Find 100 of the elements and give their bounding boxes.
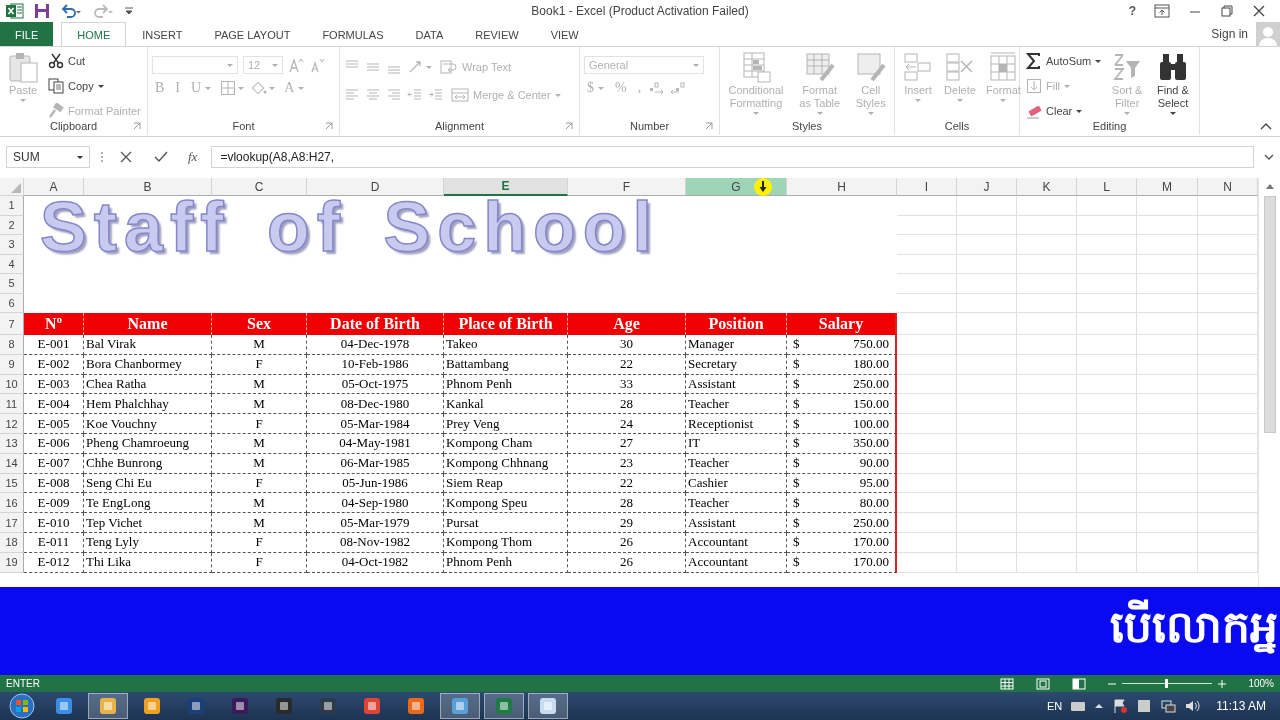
row-header[interactable]: 10	[0, 374, 24, 395]
collapse-ribbon-icon[interactable]	[1260, 122, 1272, 130]
empty-cell[interactable]	[957, 274, 1017, 294]
empty-cell[interactable]	[1137, 414, 1198, 434]
empty-cell[interactable]	[1017, 394, 1077, 415]
ribbon-button[interactable]: Find & Select	[1151, 50, 1195, 116]
empty-cell[interactable]	[1137, 215, 1198, 235]
empty-cell[interactable]	[1077, 354, 1137, 375]
empty-cell[interactable]	[897, 453, 957, 474]
column-header[interactable]: A	[24, 178, 84, 196]
restore-icon[interactable]	[1220, 4, 1234, 18]
empty-cell[interactable]	[1077, 493, 1137, 514]
scroll-up-icon[interactable]	[1264, 182, 1275, 190]
empty-cell[interactable]	[1137, 354, 1198, 375]
row-header[interactable]: 6	[0, 293, 24, 313]
empty-cell[interactable]	[1077, 335, 1137, 355]
ribbon-button[interactable]: Cut	[46, 50, 143, 72]
expand-formula-icon[interactable]	[1264, 153, 1274, 161]
empty-cell[interactable]	[957, 414, 1017, 434]
empty-cell[interactable]	[957, 374, 1017, 395]
empty-cell[interactable]	[1017, 293, 1077, 313]
empty-cell[interactable]	[897, 215, 957, 235]
select-all-icon[interactable]	[11, 183, 21, 193]
empty-cell[interactable]	[1017, 215, 1077, 235]
row-header[interactable]: 17	[0, 513, 24, 533]
empty-cell[interactable]	[1017, 354, 1077, 375]
undo-icon[interactable]	[60, 3, 82, 19]
empty-cell[interactable]	[1017, 313, 1077, 335]
empty-cell[interactable]	[897, 374, 957, 395]
empty-cell[interactable]	[897, 394, 957, 415]
dialog-launcher-icon[interactable]	[325, 122, 333, 130]
row-header[interactable]: 3	[0, 235, 24, 255]
tray-app-icon[interactable]	[1136, 698, 1153, 714]
empty-cell[interactable]	[897, 552, 957, 573]
zoom-slider-thumb[interactable]	[1165, 679, 1169, 688]
empty-cell[interactable]	[1137, 254, 1198, 274]
empty-cell[interactable]	[1017, 493, 1077, 514]
empty-cell[interactable]	[1137, 493, 1198, 514]
column-header[interactable]: E	[444, 178, 568, 196]
empty-cell[interactable]	[1077, 374, 1137, 395]
empty-cell[interactable]	[1017, 335, 1077, 355]
empty-cell[interactable]	[1017, 374, 1077, 395]
ribbon-button[interactable]: AutoSum	[1024, 50, 1104, 72]
row-header[interactable]: 1	[0, 196, 24, 216]
empty-cell[interactable]	[1077, 293, 1137, 313]
taskbar-button[interactable]	[440, 693, 480, 719]
ribbon-button[interactable]: Copy	[46, 75, 143, 97]
empty-cell[interactable]	[957, 394, 1017, 415]
network-icon[interactable]	[1160, 698, 1177, 714]
app-icon[interactable]	[6, 3, 24, 19]
zoom-in-icon[interactable]	[1218, 679, 1227, 688]
empty-cell[interactable]	[1017, 453, 1077, 474]
empty-cell[interactable]	[897, 235, 957, 255]
row-header[interactable]: 8	[0, 335, 24, 355]
empty-cell[interactable]	[897, 434, 957, 454]
name-box[interactable]: SUM	[6, 146, 90, 168]
empty-cell[interactable]	[1077, 532, 1137, 553]
empty-cell[interactable]	[1077, 313, 1137, 335]
empty-cell[interactable]	[1077, 453, 1137, 474]
empty-cell[interactable]	[1017, 434, 1077, 454]
empty-cell[interactable]	[957, 196, 1017, 216]
empty-cell[interactable]	[1137, 453, 1198, 474]
row-header[interactable]: 15	[0, 473, 24, 494]
empty-cell[interactable]	[1077, 473, 1137, 494]
empty-cell[interactable]	[1017, 414, 1077, 434]
keyboard-icon[interactable]	[1070, 700, 1087, 712]
empty-cell[interactable]	[1077, 235, 1137, 255]
column-header[interactable]: I	[897, 178, 957, 196]
save-icon[interactable]	[34, 3, 50, 19]
empty-cell[interactable]	[1137, 532, 1198, 553]
empty-cell[interactable]	[1077, 254, 1137, 274]
sign-in-link[interactable]: Sign in	[1211, 27, 1248, 41]
empty-cell[interactable]	[1077, 274, 1137, 294]
dialog-launcher-icon[interactable]	[565, 122, 573, 130]
empty-cell[interactable]	[1137, 473, 1198, 494]
empty-cell[interactable]	[1137, 196, 1198, 216]
empty-cell[interactable]	[1077, 215, 1137, 235]
volume-icon[interactable]	[1184, 698, 1201, 714]
row-header[interactable]: 7	[0, 313, 24, 335]
page-break-view-icon[interactable]	[1072, 677, 1087, 690]
enter-icon[interactable]	[154, 151, 168, 163]
empty-cell[interactable]	[957, 434, 1017, 454]
column-header[interactable]: B	[84, 178, 212, 196]
column-header[interactable]: H	[787, 178, 897, 196]
empty-cell[interactable]	[957, 354, 1017, 375]
column-header[interactable]: N	[1198, 178, 1258, 196]
dialog-launcher-icon[interactable]	[133, 122, 141, 130]
column-header[interactable]: L	[1077, 178, 1137, 196]
formula-field[interactable]: =vlookup(A8,A8:H27,	[211, 146, 1254, 168]
row-header[interactable]: 12	[0, 414, 24, 434]
empty-cell[interactable]	[1137, 235, 1198, 255]
empty-cell[interactable]	[1077, 414, 1137, 434]
column-header[interactable]: K	[1017, 178, 1077, 196]
empty-cell[interactable]	[1077, 196, 1137, 216]
empty-cell[interactable]	[1017, 235, 1077, 255]
empty-cell[interactable]	[897, 335, 957, 355]
empty-cell[interactable]	[1017, 254, 1077, 274]
empty-cell[interactable]	[1137, 274, 1198, 294]
empty-cell[interactable]	[957, 254, 1017, 274]
taskbar-button[interactable]	[88, 693, 128, 719]
